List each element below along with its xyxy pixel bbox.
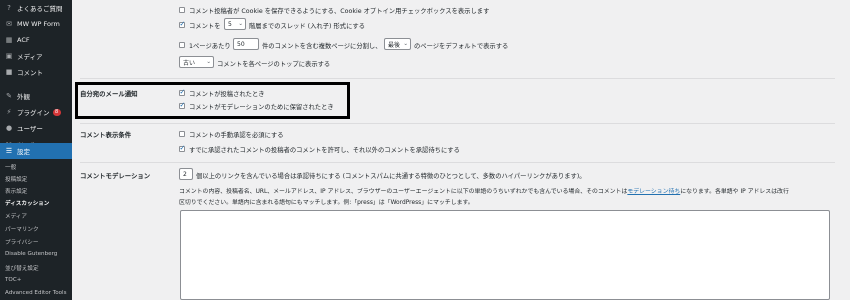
submenu-disable-gutenberg[interactable]: Disable Gutenberg [5, 251, 57, 257]
form-icon: ✉ [6, 20, 12, 28]
notify-on-moderation-label: コメントがモデレーションのために保留されたとき [189, 104, 334, 111]
submenu-advanced-editor-tools[interactable]: Advanced Editor Tools [5, 290, 67, 296]
moderation-keys-textarea[interactable] [180, 210, 830, 300]
menu-label: 外観 [17, 93, 30, 101]
manual-approval-checkbox[interactable] [179, 131, 185, 137]
appearance-icon: ✎ [6, 92, 12, 100]
paging-pre: 1ページあたり [189, 43, 231, 50]
menu-label: ACF [17, 36, 30, 44]
submenu-media[interactable]: メディア [5, 212, 27, 220]
menu-item-plugins[interactable]: ⚡ プラグイン 8 [0, 104, 72, 120]
submenu-permalinks[interactable]: パーマリンク [5, 225, 39, 233]
paging-mid: 件のコメントを含む複数ページに分割し、 [262, 43, 382, 50]
thread-comments-post: 階層までのスレッド (入れ子) 形式にする [249, 23, 366, 30]
submenu-privacy[interactable]: プライバシー [5, 238, 38, 246]
acf-icon: ▦ [5, 36, 13, 44]
submenu-writing[interactable]: 投稿設定 [5, 175, 27, 183]
menu-label: コメント [17, 69, 43, 77]
moderation-description-line2: 区切りでください。単語内に含まれる語句にもマッチします。例:「press」は「W… [179, 200, 474, 206]
menu-label: 設定 [17, 148, 30, 156]
menu-item-faq[interactable]: ? よくあるご質問 [0, 0, 72, 16]
menu-item-users[interactable]: ● ユーザー [0, 120, 72, 136]
menu-item-mw-wp-form[interactable]: ✉ MW WP Form [0, 16, 72, 32]
moderation-description-line1: コメントの内容、投稿者名、URL、メールアドレス、IP アドレス、ブラウザーのユ… [179, 186, 789, 195]
update-count-badge: 8 [52, 108, 61, 116]
comment-order-post: コメントを各ページのトップに表示する [217, 61, 331, 68]
thread-comments-checkbox[interactable] [179, 20, 185, 28]
thread-depth-value: 5 [228, 20, 232, 28]
section-divider [80, 123, 835, 124]
submenu-discussion[interactable]: ディスカッション [5, 199, 49, 207]
comment-moderation-label: コメントモデレーション [80, 172, 151, 180]
menu-item-acf[interactable]: ▦ ACF [0, 32, 72, 48]
comments-per-page-input[interactable]: 50 [233, 38, 259, 50]
paging-post: のページをデフォルトで表示する [414, 43, 509, 50]
menu-item-settings[interactable]: ☰ 設定 [0, 143, 72, 159]
menu-label: ユーザー [17, 125, 43, 133]
manual-approval-label: コメントの手動承認を必須にする [189, 132, 284, 139]
highlight-box [75, 82, 350, 119]
moderation-queue-link[interactable]: モデレーション待ち [627, 189, 680, 195]
question-icon: ? [7, 4, 11, 12]
menu-label: プラグイン [17, 109, 50, 117]
admin-sidebar: ? よくあるご質問 ✉ MW WP Form ▦ ACF ▣ メディア ■ コメント ✎ 外… [0, 0, 72, 300]
thread-depth-select[interactable]: 5 ⌄ [224, 18, 246, 30]
moderation-links-text: 個以上のリンクを含んでいる場合は承認待ちにする (コメントスパムに共通する特徴の… [196, 173, 586, 180]
comment-order-select[interactable]: 古い ⌄ [179, 56, 214, 68]
desc-text: になります。各単語や IP アドレスは改行 [680, 189, 789, 195]
default-page-select[interactable]: 最後 ⌄ [384, 38, 411, 50]
menu-item-media[interactable]: ▣ メディア [0, 48, 72, 64]
desc-text: コメントの内容、投稿者名、URL、メールアドレス、IP アドレス、ブラウザーのユ… [179, 189, 628, 195]
user-icon: ● [5, 124, 13, 132]
chevron-down-icon: ⌄ [206, 59, 211, 65]
previously-approved-checkbox[interactable] [179, 144, 185, 152]
page-comments-checkbox[interactable] [179, 42, 185, 48]
section-divider [80, 162, 835, 163]
comment-conditions-label: コメント表示条件 [80, 131, 132, 139]
submenu-reading[interactable]: 表示設定 [5, 187, 27, 195]
default-page-value: 最後 [388, 41, 401, 49]
comment-order-value: 古い [183, 59, 196, 67]
menu-label: メディア [17, 53, 43, 61]
submenu-general[interactable]: 一般 [5, 163, 16, 171]
comment-icon: ■ [5, 68, 13, 76]
cookie-optin-label: コメント投稿者が Cookie を保存できるようにする、Cookie オプトイン… [189, 8, 490, 15]
menu-item-appearance[interactable]: ✎ 外観 [0, 88, 72, 104]
email-notify-label: 自分宛のメール通知 [80, 90, 138, 98]
section-divider [80, 78, 835, 79]
menu-label: よくあるご質問 [17, 5, 63, 13]
thread-comments-pre: コメントを [189, 23, 221, 30]
submenu-sort-settings[interactable]: 並び替え設定 [5, 264, 39, 272]
notify-on-moderation-checkbox[interactable] [179, 101, 185, 109]
menu-label: MW WP Form [17, 20, 60, 28]
moderation-links-input[interactable]: 2 [179, 168, 193, 180]
notify-on-post-label: コメントが投稿されたとき [189, 91, 265, 98]
cookie-optin-checkbox[interactable] [179, 7, 185, 13]
menu-item-comments[interactable]: ■ コメント [0, 64, 72, 80]
submenu-toc-plus[interactable]: TOC+ [5, 277, 21, 283]
notify-on-post-checkbox[interactable] [179, 88, 185, 96]
settings-icon: ☰ [5, 147, 13, 155]
media-icon: ▣ [5, 52, 13, 60]
previously-approved-label: すでに承認されたコメントの投稿者のコメントを許可し、それ以外のコメントを承認待ち… [189, 147, 460, 154]
chevron-down-icon: ⌄ [238, 21, 243, 27]
plugin-icon: ⚡ [6, 108, 12, 116]
chevron-down-icon: ⌄ [403, 41, 408, 47]
